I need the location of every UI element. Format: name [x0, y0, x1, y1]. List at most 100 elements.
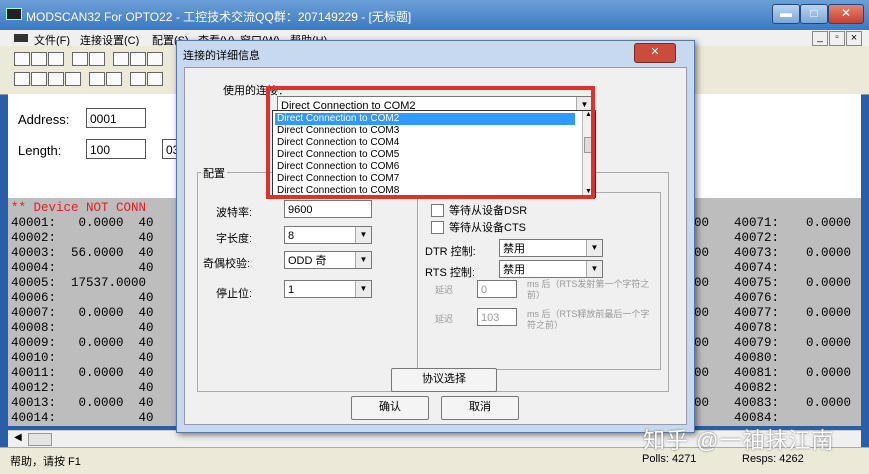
- save-icon[interactable]: [48, 52, 64, 66]
- length-input[interactable]: 100: [86, 139, 146, 159]
- length-label: Length:: [18, 143, 62, 158]
- print-icon[interactable]: [147, 52, 163, 66]
- wait-dsr-label: 等待从设备DSR: [449, 205, 528, 217]
- dtr-select[interactable]: 禁用 ▼: [499, 239, 603, 257]
- close-button[interactable]: ✕: [828, 4, 864, 24]
- delay2-value: 103: [481, 312, 500, 324]
- child-maximize-button[interactable]: ▫: [829, 31, 845, 46]
- register-row-fragment: 00: [694, 246, 710, 260]
- register-row-left: 40013: 0.0000 40: [11, 396, 154, 410]
- rts-select[interactable]: 禁用 ▼: [499, 260, 603, 278]
- delay1-note: ms 后（RTS发射第一个字符之前）: [527, 279, 650, 300]
- child-close-button[interactable]: ×: [846, 31, 862, 46]
- rts-label: RTS 控制:: [425, 267, 475, 279]
- register-row-address: 40077:: [734, 306, 780, 320]
- register-row-address: 40071:: [734, 216, 780, 230]
- register-row-address: 40078:: [734, 321, 780, 335]
- parity-value: ODD 奇: [288, 255, 327, 267]
- register-row-left: 40001: 0.0000 40: [11, 216, 154, 230]
- app-icon: [6, 8, 22, 20]
- register-row-address: 40075:: [734, 276, 780, 290]
- wait-dsr-checkbox[interactable]: [431, 204, 444, 217]
- register-row-value: 0.0000: [806, 396, 852, 410]
- minimize-button[interactable]: ▬: [772, 4, 800, 24]
- display-icon[interactable]: [113, 52, 129, 66]
- chevron-down-icon[interactable]: ▼: [586, 240, 602, 256]
- window-titlebar: MODSCAN32 For OPTO22 - 工控技术交流QQ群：2071492…: [0, 0, 869, 30]
- scroll-left-icon[interactable]: ◀: [14, 432, 22, 443]
- delay1-value: 0: [481, 284, 488, 296]
- open-icon[interactable]: [31, 52, 47, 66]
- register-row-address: 40072:: [734, 231, 780, 245]
- doc-icon: [14, 34, 28, 42]
- register-row-left: 40012: 40: [11, 381, 154, 395]
- register-row-value: 0.0000: [806, 246, 852, 260]
- register-row-value: 0.0000: [806, 216, 852, 230]
- register-row-left: 40006: 40: [11, 291, 154, 305]
- status-help: 帮助，请按 F1: [10, 456, 81, 468]
- stopbits-select[interactable]: 1 ▼: [284, 280, 372, 298]
- write-coil-icon[interactable]: [89, 72, 105, 86]
- input-register-icon[interactable]: [65, 72, 81, 86]
- float-icon[interactable]: [147, 72, 163, 86]
- highlight-box: [266, 86, 595, 199]
- config-group-label: 配置: [201, 165, 227, 181]
- register-row-left: 40008: 40: [11, 321, 154, 335]
- window-title: MODSCAN32 For OPTO22 - 工控技术交流QQ群：2071492…: [26, 10, 412, 24]
- baud-value: 9600: [288, 204, 313, 216]
- register-row-address: 40083:: [734, 396, 780, 410]
- register-row-left: 40007: 0.0000 40: [11, 306, 154, 320]
- parity-select[interactable]: ODD 奇 ▼: [284, 251, 372, 269]
- disconnect-icon[interactable]: [89, 52, 105, 66]
- register-row-left: 40009: 0.0000 40: [11, 336, 154, 350]
- register-row-left: 40005: 17537.0000: [11, 276, 147, 290]
- protocol-select-button[interactable]: 协议选择: [391, 368, 497, 392]
- register-row-left: 40003: 56.0000 40: [11, 246, 154, 260]
- delay1-input[interactable]: 0: [477, 280, 517, 298]
- register-row-left: 40002: 40: [11, 231, 154, 245]
- scroll-thumb[interactable]: [28, 433, 52, 446]
- coil-status-icon[interactable]: [14, 72, 30, 86]
- wait-cts-checkbox[interactable]: [431, 221, 444, 234]
- chevron-down-icon[interactable]: ▼: [355, 252, 371, 268]
- register-row-left: 40004: 40: [11, 261, 154, 275]
- stopbits-label: 停止位:: [216, 288, 253, 300]
- register-row-fragment: 00: [694, 276, 710, 290]
- format-icon[interactable]: [130, 52, 146, 66]
- parity-label: 奇偶校验:: [203, 258, 251, 270]
- cancel-button[interactable]: 取消: [441, 396, 519, 420]
- chevron-down-icon[interactable]: ▼: [355, 227, 371, 243]
- delay2-note: ms 后（RTS释放前最后一个字符之前）: [527, 309, 650, 330]
- register-row-address: 40079:: [734, 336, 780, 350]
- holding-register-icon[interactable]: [48, 72, 64, 86]
- dtr-value: 禁用: [503, 243, 525, 255]
- new-icon[interactable]: [14, 52, 30, 66]
- connect-icon[interactable]: [72, 52, 88, 66]
- chevron-down-icon[interactable]: ▼: [586, 261, 602, 277]
- register-row-value: 0.0000: [806, 276, 852, 290]
- connection-banner: ** Device NOT CONN: [11, 201, 147, 215]
- register-row-value: 0.0000: [806, 306, 852, 320]
- wait-cts-label: 等待从设备CTS: [449, 222, 526, 234]
- delay2-label: 延迟: [435, 314, 454, 324]
- baud-select[interactable]: 9600: [284, 200, 372, 218]
- child-minimize-button[interactable]: _: [812, 31, 828, 46]
- dialog-close-button[interactable]: ✕: [634, 43, 676, 63]
- ok-button[interactable]: 确认: [351, 396, 429, 420]
- register-row-value: 0.0000: [806, 336, 852, 350]
- hex-icon[interactable]: [130, 72, 146, 86]
- input-status-icon[interactable]: [31, 72, 47, 86]
- chevron-down-icon[interactable]: ▼: [355, 281, 371, 297]
- stopbits-value: 1: [288, 284, 295, 296]
- write-register-icon[interactable]: [106, 72, 122, 86]
- delay2-input[interactable]: 103: [477, 308, 517, 326]
- register-row-address: 40074:: [734, 261, 780, 275]
- address-input[interactable]: 0001: [86, 108, 146, 128]
- wordlen-select[interactable]: 8 ▼: [284, 226, 372, 244]
- register-row-fragment: 00: [694, 366, 710, 380]
- register-row-address: 40076:: [734, 291, 780, 305]
- wordlen-value: 8: [288, 230, 295, 242]
- register-row-address: 40080:: [734, 351, 780, 365]
- register-row-value: 0.0000: [806, 366, 852, 380]
- maximize-button[interactable]: □: [800, 4, 828, 24]
